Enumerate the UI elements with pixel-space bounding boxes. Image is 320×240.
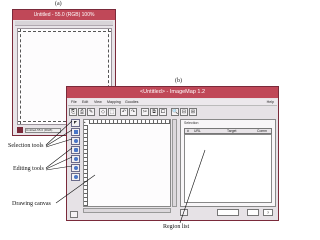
horizontal-scrollbar[interactable] <box>83 208 171 213</box>
undo-icon[interactable]: ↶ <box>120 108 128 116</box>
region-field-1[interactable] <box>217 209 239 216</box>
horizontal-ruler <box>89 120 170 124</box>
status-bar: Untitled-55.0 (RGB) <box>25 128 61 133</box>
selection-edge-left <box>18 29 21 124</box>
move-up-icon <box>74 166 78 170</box>
menu-strip[interactable] <box>15 21 113 26</box>
tool-palette <box>71 119 80 181</box>
tool-options-button[interactable] <box>70 211 78 218</box>
preferences-icon[interactable]: ◇ <box>99 108 107 116</box>
menu-file[interactable]: File <box>71 99 77 106</box>
region-buttons: ? <box>217 209 277 217</box>
arrow-select-tool[interactable] <box>71 119 80 127</box>
grid-icon[interactable]: ⬚ <box>108 108 116 116</box>
zoom-in-icon[interactable]: ⊞ <box>189 108 197 116</box>
circle-icon <box>74 139 78 143</box>
paste-icon[interactable]: ⧠ <box>159 108 167 116</box>
copy-icon[interactable]: ⧉ <box>150 108 158 116</box>
edit-area-tool[interactable] <box>71 155 80 163</box>
region-list-panel: Selection # URL Target Comm <box>180 119 276 207</box>
save-icon[interactable]: ✎ <box>87 108 95 116</box>
menu-mapping[interactable]: Mapping <box>107 99 121 106</box>
cut-icon[interactable]: ✂ <box>141 108 149 116</box>
figure-b-label: (b) <box>175 78 182 84</box>
rectangle-tool[interactable] <box>71 128 80 136</box>
region-field-2[interactable] <box>247 209 259 216</box>
figure-a-label: (a) <box>55 1 62 7</box>
zoom-out-icon[interactable]: ⊟ <box>180 108 188 116</box>
vertical-scrollbar[interactable] <box>172 119 177 207</box>
zoom-icon[interactable]: 🔍 <box>171 108 179 116</box>
menu-bar: File Edit View Mapping Goodies Help <box>68 99 277 106</box>
annotation-editing-tools: Editing tools <box>13 166 44 172</box>
menu-goodies[interactable]: Goodies <box>125 99 138 106</box>
menu-help[interactable]: Help <box>267 99 274 106</box>
polygon-tool[interactable] <box>71 146 80 154</box>
window-title[interactable]: <Untitled> - ImageMap 1.2 <box>67 87 278 98</box>
open-icon[interactable]: ⎙ <box>78 108 86 116</box>
rectangle-icon <box>74 130 78 134</box>
imagemap-window: <Untitled> - ImageMap 1.2 File Edit View… <box>66 86 279 221</box>
quick-mask-icon[interactable] <box>17 127 23 133</box>
annotation-region-list: Region list <box>163 224 190 230</box>
window-title[interactable]: Untitled - 55.0 (RGB) 100% <box>13 10 115 20</box>
polygon-icon <box>74 148 78 152</box>
circle-tool[interactable] <box>71 137 80 145</box>
new-icon[interactable]: ⎘ <box>69 108 77 116</box>
selection-label: Selection <box>184 121 199 125</box>
delete-icon <box>74 175 78 179</box>
drawing-canvas[interactable]: ▴ <box>83 119 171 207</box>
region-pager-button[interactable] <box>180 209 188 216</box>
selection-edge-top <box>18 29 111 32</box>
edit-area-icon <box>74 157 78 161</box>
move-up-tool[interactable] <box>71 164 80 172</box>
arrow-icon <box>74 121 77 124</box>
menu-view[interactable]: View <box>94 99 102 106</box>
delete-tool[interactable] <box>71 173 80 181</box>
vertical-ruler <box>84 125 88 206</box>
redo-icon[interactable]: ↷ <box>129 108 137 116</box>
toolbar: ⎘ ⎙ ✎ ◇ ⬚ ↶ ↷ ✂ ⧉ ⧠ 🔍 ⊟ ⊞ <box>69 108 276 116</box>
region-list[interactable] <box>184 134 272 203</box>
menu-edit[interactable]: Edit <box>82 99 88 106</box>
annotation-drawing-canvas: Drawing canvas <box>12 201 51 207</box>
help-button[interactable]: ? <box>263 209 273 216</box>
annotation-selection-tools: Selection tools <box>8 143 44 149</box>
